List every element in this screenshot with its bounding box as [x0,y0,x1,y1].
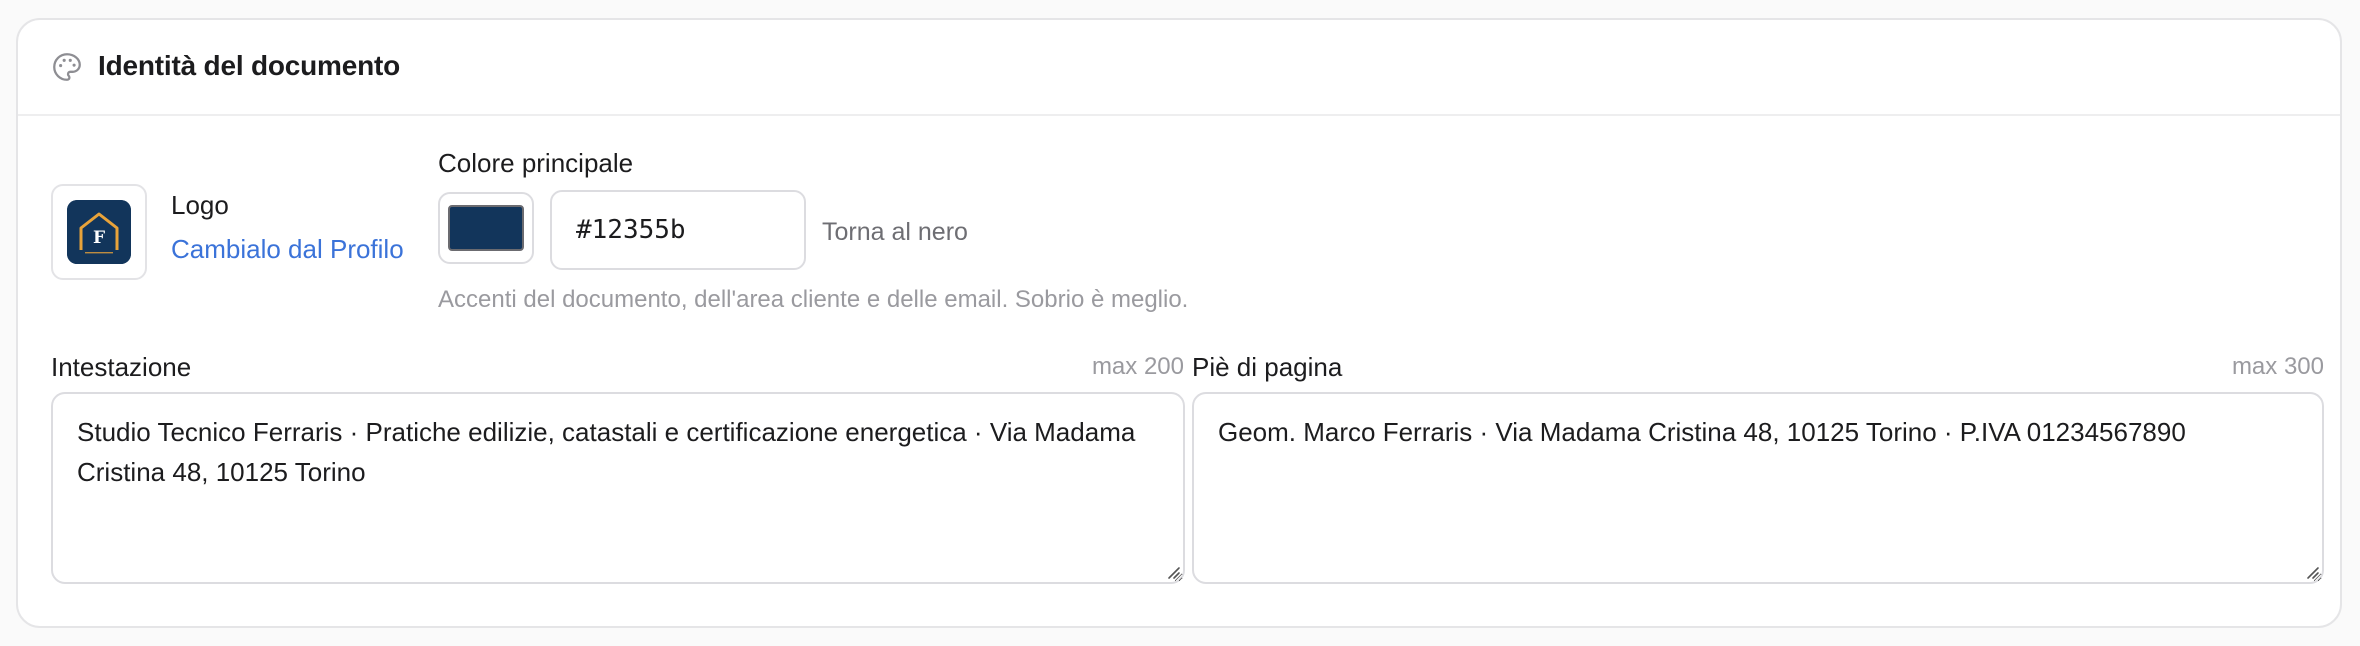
logo-letter: F [93,228,105,248]
header-resize-grip-icon[interactable] [1165,564,1181,580]
logo-preview: F [51,184,147,280]
logo-label: Logo [171,190,229,220]
footer-resize-grip-icon[interactable] [2304,564,2320,580]
palette-icon [53,53,81,81]
footer-textarea[interactable]: Geom. Marco Ferraris · Via Madama Cristi… [1192,392,2324,584]
header-textarea[interactable]: Studio Tecnico Ferraris · Pratiche edili… [51,392,1185,584]
footer-field-label: Piè di pagina [1192,352,1343,382]
reset-color-button[interactable]: Torna al nero [822,216,968,248]
color-help-text: Accenti del documento, dell'area cliente… [438,286,1189,313]
main-color-label: Colore principale [438,148,634,178]
header-field-label: Intestazione [51,352,192,382]
card-header: Identità del documento [18,20,2340,116]
header-field-max: max 200 [1091,353,1184,380]
footer-field-max: max 300 [2231,353,2324,380]
color-swatch-button[interactable] [438,192,534,264]
color-hex-input[interactable] [550,190,806,270]
change-logo-link[interactable]: Cambialo dal Profilo [171,232,404,266]
house-logo-icon: F [67,200,131,264]
document-identity-card: Identità del documento F Logo Cambialo d… [16,18,2342,628]
card-title: Identità del documento [98,50,401,81]
color-swatch [448,205,524,251]
